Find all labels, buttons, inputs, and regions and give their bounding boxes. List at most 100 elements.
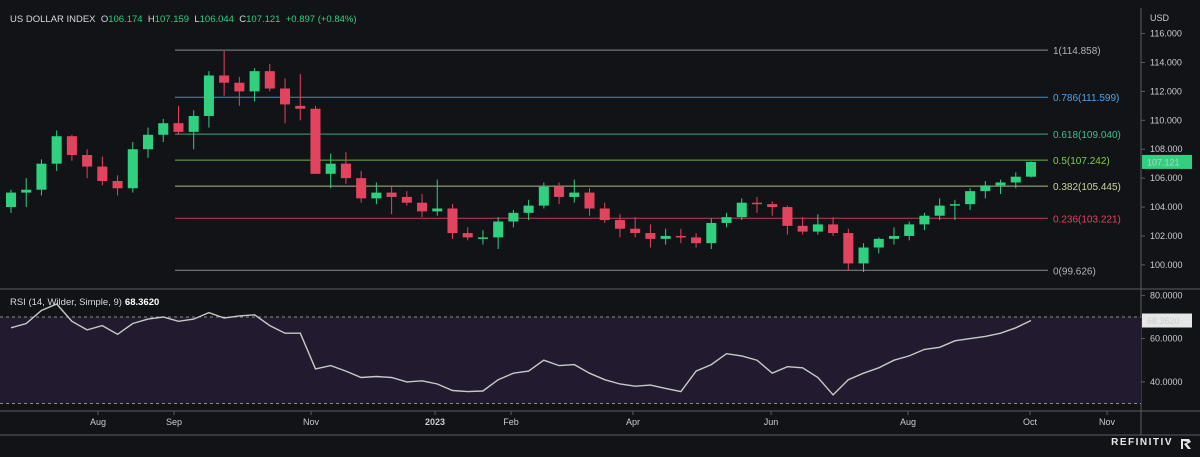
candle-body xyxy=(888,235,900,239)
time-axis-label: Feb xyxy=(503,417,519,427)
time-axis-label: Apr xyxy=(626,417,640,427)
candle-body xyxy=(751,202,762,205)
candle-body xyxy=(675,235,686,238)
candle-body xyxy=(127,149,138,189)
currency-label: USD xyxy=(1150,13,1170,23)
candle-body xyxy=(462,233,473,238)
candle-body xyxy=(310,108,321,174)
rsi-tick-label: 60.0000 xyxy=(1150,334,1183,344)
candle-body xyxy=(523,205,534,213)
candle-body xyxy=(417,202,428,212)
price-tick-label: 100.000 xyxy=(1150,260,1183,270)
candle-body xyxy=(21,189,32,193)
candle-body xyxy=(66,136,77,155)
time-axis-label: Aug xyxy=(900,417,916,427)
candle-body xyxy=(173,123,184,132)
candle-body xyxy=(614,220,625,229)
time-axis-label: Nov xyxy=(303,417,320,427)
candle-body xyxy=(249,71,260,92)
price-tick-label: 110.000 xyxy=(1150,115,1182,125)
candle-body xyxy=(219,75,230,83)
candle-body xyxy=(142,134,154,150)
candle-body xyxy=(584,192,595,209)
candle-body xyxy=(340,163,351,179)
price-chart[interactable]: USD 116.000 114.000 112.000 110.000 108.000 10… xyxy=(0,0,1200,457)
candle-body xyxy=(1025,161,1037,177)
fib-level-label: 0.618(109.040) xyxy=(1053,130,1121,141)
last-price-value: 107.121 xyxy=(1147,157,1180,167)
candle-body xyxy=(5,192,17,208)
fib-level-label: 0.5(107.242) xyxy=(1053,156,1110,167)
candle-body xyxy=(51,136,62,164)
candle-body xyxy=(158,123,169,135)
candle-body xyxy=(447,208,458,234)
candle-body xyxy=(904,224,915,236)
time-axis-label: Nov xyxy=(1099,417,1116,427)
price-tick-label: 108.000 xyxy=(1150,144,1183,154)
candle-body xyxy=(538,186,549,206)
time-axis-label: Oct xyxy=(1023,417,1038,427)
time-axis-label: Aug xyxy=(90,417,106,427)
price-tick-label: 102.000 xyxy=(1150,231,1183,241)
price-tick-label: 112.000 xyxy=(1150,86,1182,96)
candle-body xyxy=(949,204,960,206)
fib-level-label: 0.382(105.445) xyxy=(1053,182,1121,193)
candle-body xyxy=(767,204,778,208)
candle-body xyxy=(280,88,291,105)
price-tick-label: 104.000 xyxy=(1150,202,1183,212)
candle-body xyxy=(919,215,930,225)
candle-body xyxy=(995,182,1006,186)
candle-body xyxy=(599,208,610,221)
time-axis-label: 2023 xyxy=(425,417,445,427)
fib-level-label: 0(99.626) xyxy=(1053,266,1096,277)
candle-body xyxy=(36,163,47,190)
candle-body xyxy=(477,237,488,239)
candle-body xyxy=(873,238,884,248)
fib-level-label: 0.236(103.221) xyxy=(1053,214,1121,225)
rsi-band xyxy=(0,316,1141,404)
candle-body xyxy=(554,186,565,197)
candle-body xyxy=(569,192,580,197)
candle-body xyxy=(812,224,823,232)
fib-level-label: 1(114.858) xyxy=(1053,46,1101,57)
time-axis-label: Jun xyxy=(764,417,779,427)
candle-body xyxy=(828,224,839,234)
candle-body xyxy=(493,221,504,238)
candle-body xyxy=(721,217,732,223)
candle-body xyxy=(934,205,945,216)
candle-body xyxy=(97,166,108,182)
candle-body xyxy=(264,71,275,89)
candle-body xyxy=(645,233,656,239)
candle-body xyxy=(386,192,397,197)
candle-body xyxy=(660,235,671,239)
rsi-tick-label: 80.0000 xyxy=(1150,290,1183,300)
refinitiv-logo-text: REFINITIV xyxy=(1111,437,1173,448)
candle-body xyxy=(1010,176,1021,183)
candle-body xyxy=(112,181,123,189)
candle-body xyxy=(203,75,214,116)
candle-body xyxy=(782,207,793,226)
rsi-badge-value: 68.3620 xyxy=(1147,316,1180,326)
candle-body xyxy=(980,185,991,192)
candle-body xyxy=(371,192,382,199)
candle-body xyxy=(188,115,199,132)
candle-body xyxy=(325,163,336,174)
candle-body xyxy=(401,196,412,203)
candle-body xyxy=(797,225,808,232)
price-tick-label: 114.000 xyxy=(1150,57,1182,67)
price-tick-label: 106.000 xyxy=(1150,173,1183,183)
time-axis-label: Sep xyxy=(166,417,182,427)
candle-body xyxy=(843,233,854,264)
candle-body xyxy=(508,212,519,222)
price-tick-label: 116.000 xyxy=(1150,29,1182,39)
candle-body xyxy=(965,191,976,205)
refinitiv-logo-icon xyxy=(1181,439,1191,449)
candle-body xyxy=(295,105,306,109)
candle-body xyxy=(736,202,747,218)
candle-body xyxy=(858,247,869,264)
candle-body xyxy=(82,155,93,167)
candle-body xyxy=(356,178,367,199)
candle-body xyxy=(630,228,641,234)
candle-body xyxy=(691,237,702,244)
candle-body xyxy=(432,208,443,212)
